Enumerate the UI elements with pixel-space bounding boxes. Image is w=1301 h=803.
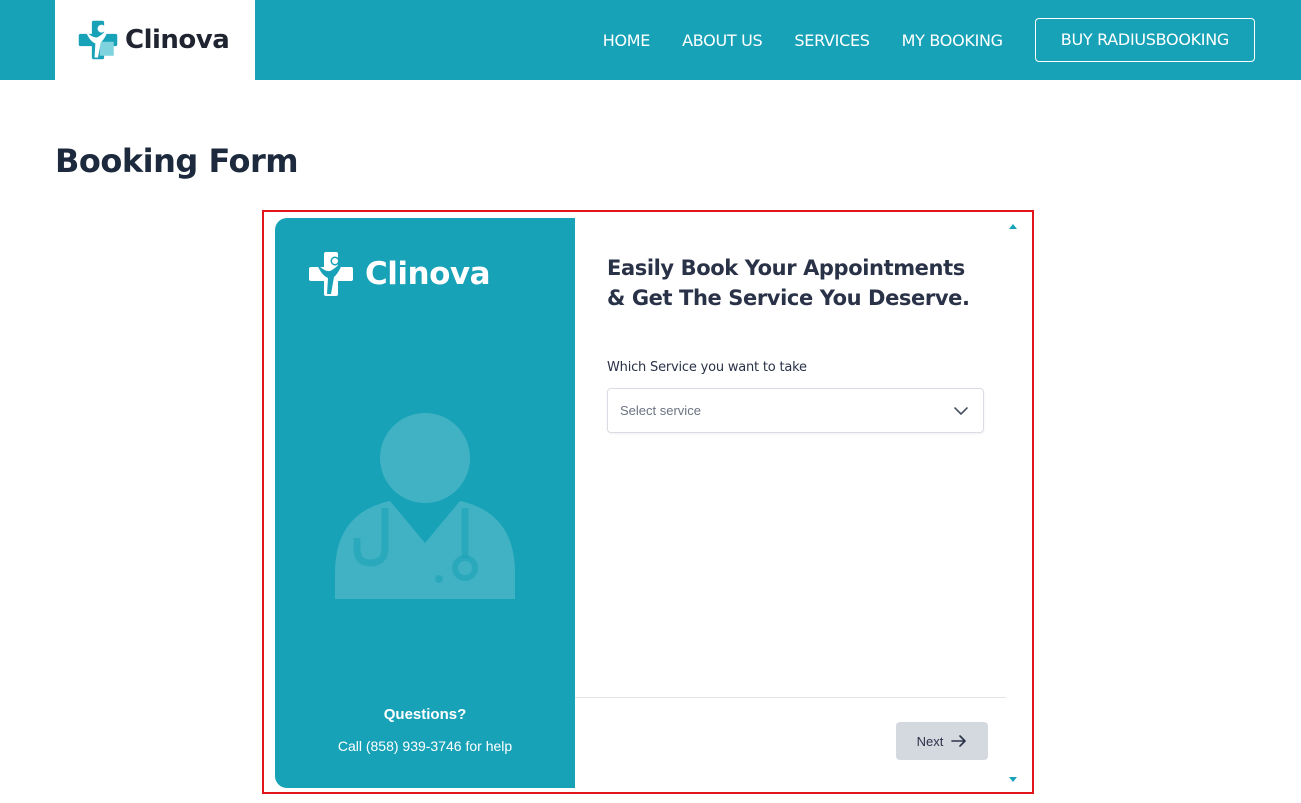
booking-content: Easily Book Your Appointments & Get The … xyxy=(575,218,1021,788)
service-select-placeholder: Select service xyxy=(620,403,701,418)
header-logo[interactable]: Clinova xyxy=(55,0,255,80)
clinova-logo-icon xyxy=(78,20,118,60)
next-button[interactable]: Next xyxy=(896,722,988,760)
chevron-down-icon xyxy=(954,407,968,415)
header-brand-name: Clinova xyxy=(125,25,230,55)
top-header: Clinova HOME ABOUT US SERVICES MY BOOKIN… xyxy=(0,0,1301,80)
footer-divider xyxy=(575,697,1021,698)
nav-my-booking[interactable]: MY BOOKING xyxy=(902,31,1003,50)
next-button-label: Next xyxy=(916,733,944,749)
sidebar-brand: Clinova xyxy=(307,250,491,298)
scroll-up-arrow[interactable] xyxy=(1009,224,1017,229)
service-field-label: Which Service you want to take xyxy=(607,360,807,375)
booking-heading: Easily Book Your Appointments & Get The … xyxy=(607,256,970,310)
help-phone-text: Call (858) 939-3746 for help xyxy=(337,738,513,754)
nav-services[interactable]: SERVICES xyxy=(794,31,870,50)
sidebar-brand-name: Clinova xyxy=(365,256,491,292)
vertical-scrollbar[interactable] xyxy=(1006,218,1021,788)
booking-card: Clinova Questions? Call (858) 939-3746 f… xyxy=(275,218,1021,788)
nav-home[interactable]: HOME xyxy=(603,31,651,50)
buy-radiusbooking-button[interactable]: BUY RADIUSBOOKING xyxy=(1034,18,1255,62)
questions-title: Questions? xyxy=(383,706,467,723)
arrow-right-icon xyxy=(951,735,967,747)
main-nav: HOME ABOUT US SERVICES MY BOOKING BUY RA… xyxy=(603,0,1255,80)
scroll-down-arrow[interactable] xyxy=(1009,777,1017,782)
booking-form-frame: Clinova Questions? Call (858) 939-3746 f… xyxy=(262,210,1034,794)
service-select[interactable]: Select service xyxy=(607,388,984,433)
page-title: Booking Form xyxy=(55,142,299,180)
nav-about-us[interactable]: ABOUT US xyxy=(682,31,763,50)
doctor-illustration-icon xyxy=(335,413,515,599)
booking-sidebar: Clinova Questions? Call (858) 939-3746 f… xyxy=(275,218,575,788)
clinova-logo-icon xyxy=(309,252,353,296)
